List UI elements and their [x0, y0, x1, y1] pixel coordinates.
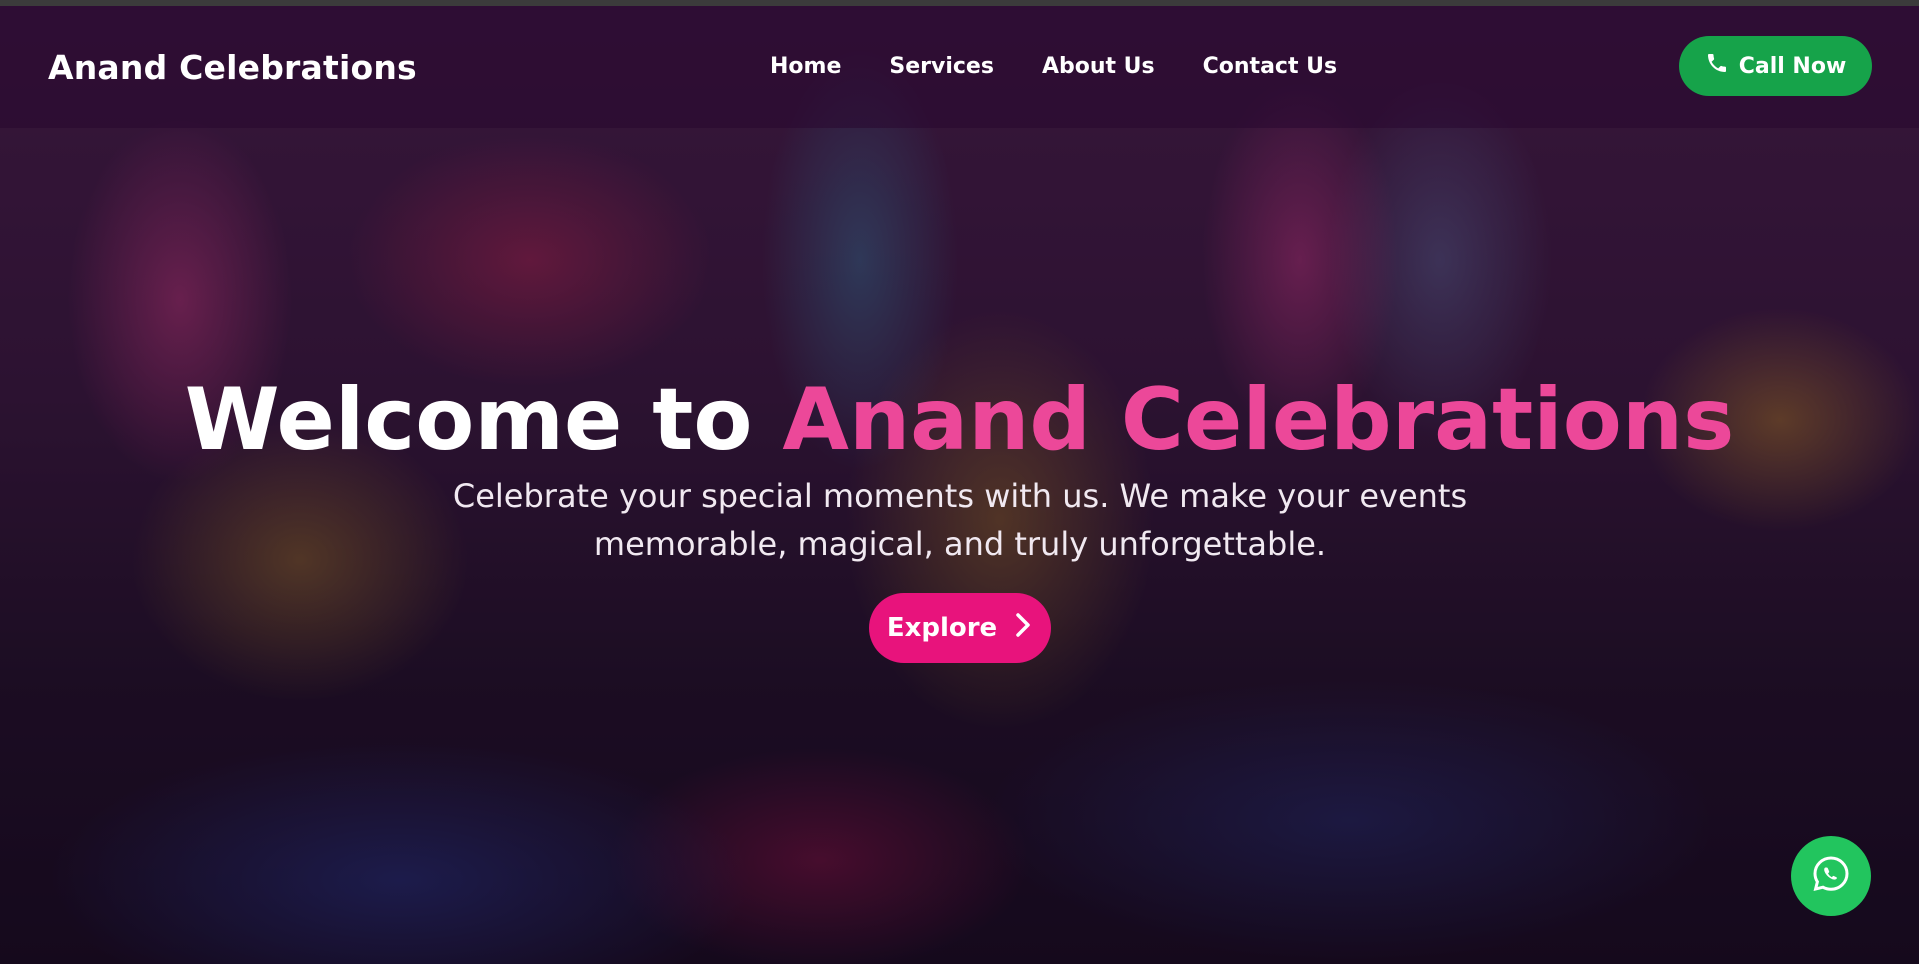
chevron-right-icon	[1013, 612, 1033, 645]
headline-highlight: Anand Celebrations	[782, 369, 1735, 470]
explore-label: Explore	[886, 613, 998, 643]
nav-services[interactable]: Services	[889, 54, 994, 79]
whatsapp-button[interactable]	[1791, 836, 1871, 916]
explore-button[interactable]: Explore	[869, 593, 1051, 663]
brand-logo-text[interactable]: Anand Celebrations	[48, 48, 417, 87]
navbar: Anand Celebrations Home Services About U…	[0, 6, 1919, 128]
call-now-label: Call Now	[1738, 53, 1847, 79]
nav-contact-us[interactable]: Contact Us	[1203, 54, 1337, 79]
hero-subtitle: Celebrate your special moments with us. …	[452, 477, 1468, 563]
nav-about-us[interactable]: About Us	[1042, 54, 1155, 79]
nav-home[interactable]: Home	[770, 54, 841, 79]
headline-prefix: Welcome to	[184, 369, 753, 470]
call-now-button[interactable]: Call Now	[1679, 36, 1872, 96]
whatsapp-icon	[1810, 853, 1852, 899]
hero-headline: Welcome to Anand Celebrations	[0, 370, 1919, 470]
nav-links: Home Services About Us Contact Us	[770, 54, 1337, 79]
phone-icon	[1705, 51, 1729, 81]
